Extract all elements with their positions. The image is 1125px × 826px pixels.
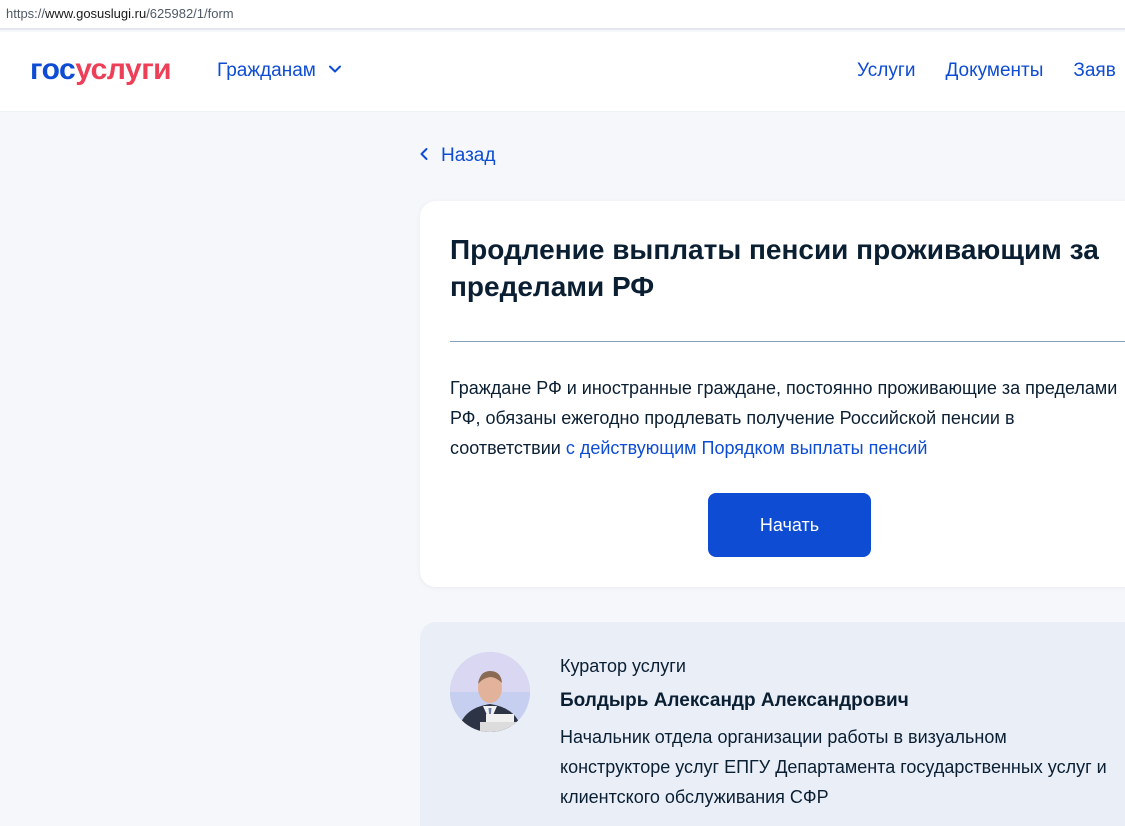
pension-procedure-link[interactable]: с действующим Порядком выплаты пенсий — [566, 438, 928, 458]
nav-item-documents[interactable]: Документы — [945, 60, 1043, 82]
start-button[interactable]: Начать — [708, 493, 871, 557]
logo-part-gos: гос — [30, 53, 76, 86]
back-link[interactable]: Назад — [419, 145, 495, 167]
nav-item-applications[interactable]: Заяв — [1073, 60, 1115, 82]
curator-role: Куратор услуги — [560, 656, 686, 676]
citizens-menu-label: Гражданам — [217, 60, 316, 81]
back-label: Назад — [441, 145, 496, 166]
site-header: госуслуги Гражданам Услуги Документы Зая… — [0, 32, 1125, 112]
curator-name: Болдырь Александр Александрович — [560, 690, 909, 711]
chevron-left-icon — [419, 145, 429, 167]
curator-block: Куратор услуги Болдырь Александр Алексан… — [420, 622, 1125, 826]
header-nav: Услуги Документы Заяв — [857, 60, 1116, 82]
nav-item-services[interactable]: Услуги — [857, 60, 915, 82]
curator-position: Начальник отдела организации работы в ви… — [560, 727, 1107, 807]
service-title: Продление выплаты пенсии проживающим за … — [450, 234, 1099, 302]
card-divider — [450, 341, 1125, 342]
chevron-down-icon — [328, 60, 342, 82]
citizens-menu[interactable]: Гражданам — [217, 60, 342, 82]
gosuslugi-logo[interactable]: госуслуги — [30, 52, 172, 88]
browser-url-bar[interactable]: https://www.gosuslugi.ru/625982/1/form — [0, 0, 1125, 30]
service-card: Продление выплаты пенсии проживающим за … — [420, 201, 1125, 587]
url-path: /625982/1/form — [146, 6, 234, 21]
curator-avatar — [450, 652, 530, 732]
service-description: Граждане РФ и иностранные граждане, пост… — [450, 373, 1120, 463]
url-host: www.gosuslugi.ru — [45, 6, 147, 21]
url-scheme: https:// — [6, 6, 46, 21]
logo-part-uslugi: услуги — [75, 53, 172, 86]
